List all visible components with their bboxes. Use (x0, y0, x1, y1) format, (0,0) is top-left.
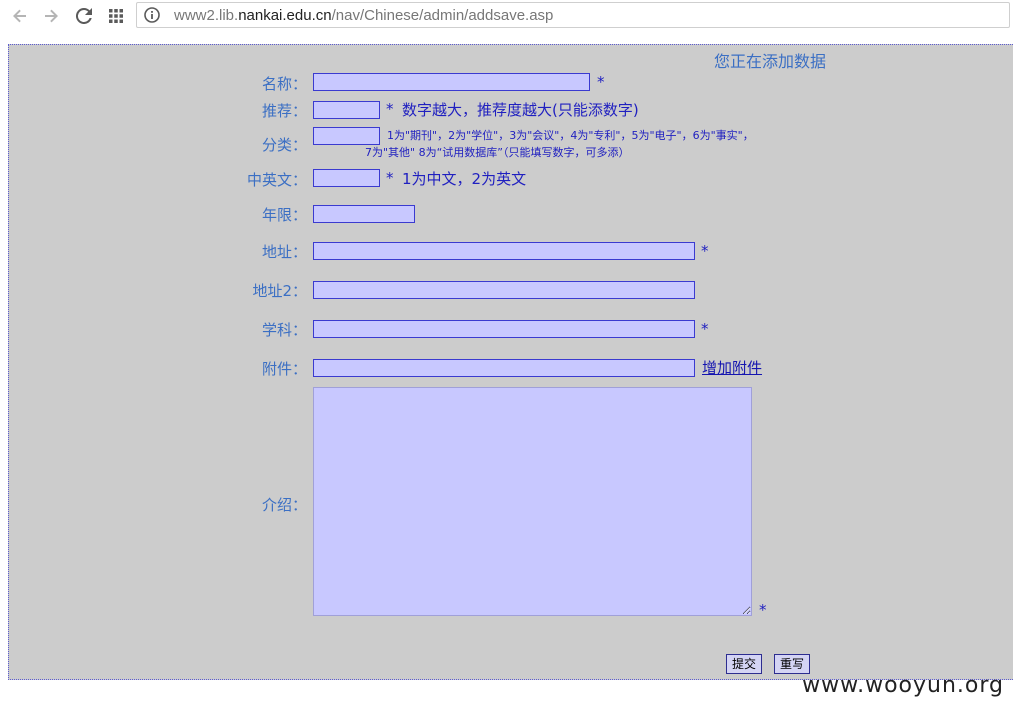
forward-button[interactable] (40, 5, 62, 27)
add-data-form: 您正在添加数据 名称： * 推荐： * 数字越大，推荐度越大(只能添数字) 分类… (8, 44, 1013, 680)
address-input[interactable] (313, 242, 695, 260)
category-input[interactable] (313, 127, 380, 145)
name-required-mark: * (597, 73, 605, 91)
arrow-right-icon (45, 9, 58, 23)
reload-icon (76, 8, 92, 24)
recommend-input[interactable] (313, 101, 380, 119)
apps-grid-icon (109, 9, 123, 23)
year-label: 年限： (261, 206, 307, 224)
language-hint: 1为中文，2为英文 (402, 170, 527, 188)
reload-button[interactable] (73, 5, 95, 27)
url-host: nankai.edu.cn (238, 7, 332, 24)
url-text: www2.lib.nankai.edu.cn/nav/Chinese/admin… (174, 7, 553, 24)
attachment-input[interactable] (313, 359, 695, 377)
watermark-text: www.wooyun.org (802, 673, 1004, 698)
category-hint-line2: 7为"其他" 8为“试用数据库”（只能填写数字，可多添） (365, 146, 630, 159)
recommend-label: 推荐： (261, 102, 307, 120)
address-bar[interactable]: www2.lib.nankai.edu.cn/nav/Chinese/admin… (136, 2, 1010, 28)
year-input[interactable] (313, 205, 415, 223)
subject-label: 学科： (261, 321, 307, 339)
language-input[interactable] (313, 169, 380, 187)
browser-toolbar: www2.lib.nankai.edu.cn/nav/Chinese/admin… (0, 0, 1013, 32)
intro-required-mark: * (759, 601, 767, 619)
arrow-left-icon (13, 9, 26, 23)
subject-required-mark: * (701, 320, 709, 338)
subject-input[interactable] (313, 320, 695, 338)
name-input[interactable] (313, 73, 590, 91)
address2-input[interactable] (313, 281, 695, 299)
add-attachment-link[interactable]: 增加附件 (702, 357, 762, 378)
intro-label: 介绍： (261, 496, 307, 514)
intro-textarea[interactable] (313, 387, 752, 616)
url-prefix: www2.lib. (174, 7, 239, 24)
apps-button[interactable] (105, 5, 127, 27)
category-label: 分类： (261, 136, 307, 154)
recommend-hint: 数字越大，推荐度越大(只能添数字) (402, 101, 639, 119)
language-required-mark: * (386, 169, 394, 187)
address-label: 地址： (261, 243, 307, 261)
language-label: 中英文： (246, 171, 307, 189)
attachment-label: 附件： (261, 360, 307, 378)
info-icon[interactable] (144, 7, 160, 23)
submit-button[interactable]: 提交 (726, 654, 763, 674)
reset-button[interactable]: 重写 (774, 654, 811, 674)
name-label: 名称： (261, 75, 307, 93)
address2-label: 地址2： (252, 282, 307, 300)
back-button[interactable] (9, 5, 31, 27)
page-heading: 您正在添加数据 (714, 52, 827, 71)
category-hint-line1: 1为"期刊"，2为"学位"，3为"会议"，4为"专利"，5为"电子"，6为"事实… (387, 129, 754, 142)
recommend-required-mark: * (386, 100, 394, 118)
address-required-mark: * (701, 242, 709, 260)
url-path: /nav/Chinese/admin/addsave.asp (331, 7, 554, 24)
